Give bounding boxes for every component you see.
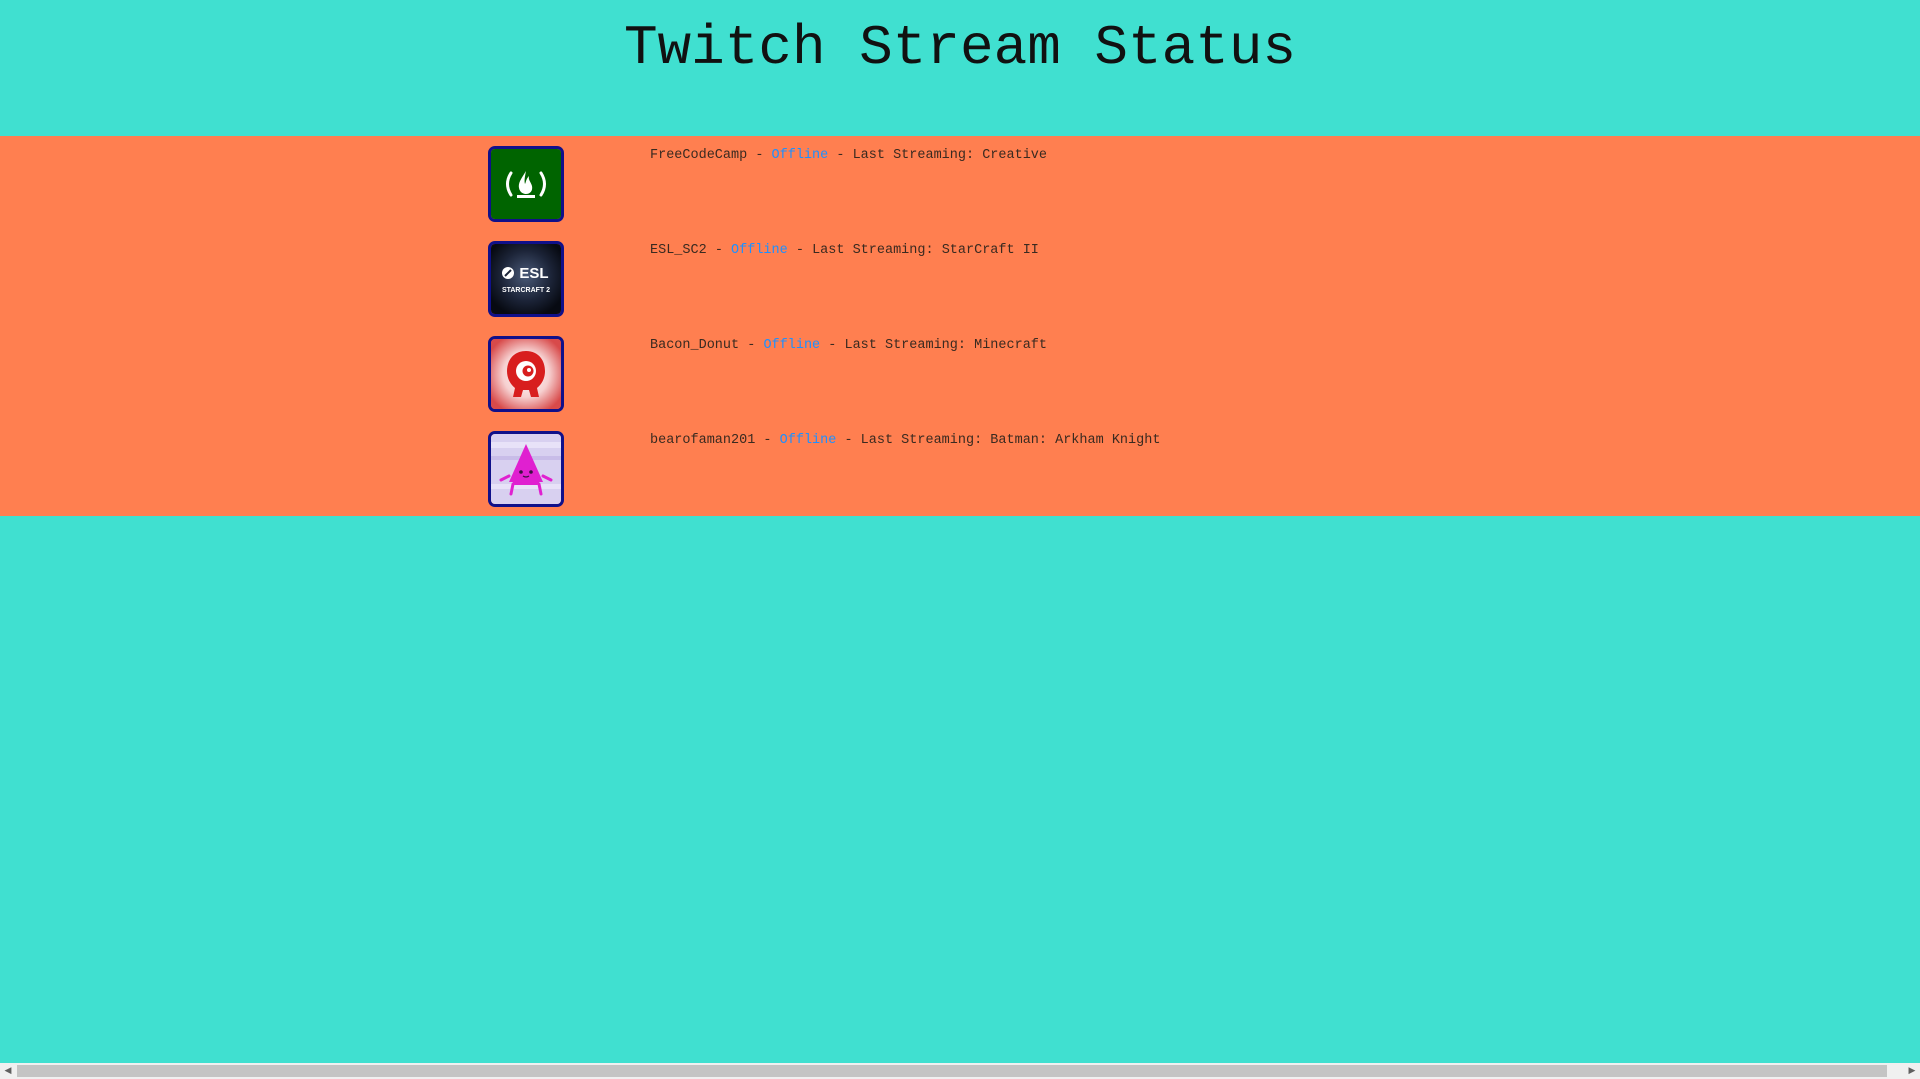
header: Twitch Stream Status	[0, 0, 1920, 136]
stream-row: FreeCodeCamp - Offline - Last Streaming:…	[488, 136, 1488, 222]
separator: -	[739, 338, 764, 353]
separator: -	[755, 433, 780, 448]
status-offline: Offline	[779, 433, 837, 448]
stream-info: FreeCodeCamp - Offline - Last Streaming:…	[650, 148, 1047, 163]
scroll-right-arrow-icon[interactable]: ▶	[1904, 1063, 1920, 1079]
channel-name[interactable]: bearofaman201	[650, 433, 755, 448]
separator: -	[820, 338, 845, 353]
channel-name[interactable]: FreeCodeCamp	[650, 148, 747, 163]
horizontal-scrollbar[interactable]: ◀ ▶	[0, 1063, 1920, 1079]
last-streaming-label: Last Streaming:	[852, 148, 983, 163]
last-streaming-game: Minecraft	[974, 338, 1048, 353]
separator: -	[747, 148, 772, 163]
stream-info: Bacon_Donut - Offline - Last Streaming: …	[650, 338, 1047, 353]
last-streaming-label: Last Streaming:	[860, 433, 991, 448]
stream-info: ESL_SC2 - Offline - Last Streaming: Star…	[650, 243, 1039, 258]
channel-name[interactable]: Bacon_Donut	[650, 338, 739, 353]
bearofaman-avatar-icon[interactable]	[488, 431, 564, 507]
page: Twitch Stream Status FreeCodeCamp - Offl…	[0, 0, 1920, 1079]
stream-list: FreeCodeCamp - Offline - Last Streaming:…	[0, 136, 1920, 516]
page-title: Twitch Stream Status	[623, 16, 1297, 80]
stream-info: bearofaman201 - Offline - Last Streaming…	[650, 433, 1160, 448]
status-offline: Offline	[731, 243, 788, 258]
last-streaming-game: StarCraft II	[941, 243, 1039, 258]
bacon-donut-logo-icon[interactable]	[488, 336, 564, 412]
stream-row: ESL STARCRAFT 2 ESL_SC2 - Offline - Last…	[488, 231, 1488, 317]
stream-row: Bacon_Donut - Offline - Last Streaming: …	[488, 326, 1488, 412]
last-streaming-game: Creative	[982, 148, 1047, 163]
scrollbar-thumb[interactable]	[17, 1065, 1887, 1077]
scroll-left-arrow-icon[interactable]: ◀	[0, 1063, 16, 1079]
stream-row: bearofaman201 - Offline - Last Streaming…	[488, 421, 1488, 507]
status-offline: Offline	[771, 148, 829, 163]
separator: -	[828, 148, 853, 163]
freecodecamp-logo-icon[interactable]	[488, 146, 564, 222]
esl-starcraft-logo-icon[interactable]: ESL STARCRAFT 2	[488, 241, 564, 317]
starcraft-logo-text: STARCRAFT 2	[502, 287, 550, 294]
last-streaming-game: Batman: Arkham Knight	[990, 433, 1161, 448]
last-streaming-label: Last Streaming:	[844, 338, 975, 353]
separator: -	[706, 243, 732, 258]
separator: -	[787, 243, 813, 258]
channel-name[interactable]: ESL_SC2	[650, 243, 707, 258]
separator: -	[836, 433, 861, 448]
esl-logo-text: ESL	[519, 265, 548, 282]
status-offline: Offline	[763, 338, 821, 353]
last-streaming-label: Last Streaming:	[812, 243, 942, 258]
